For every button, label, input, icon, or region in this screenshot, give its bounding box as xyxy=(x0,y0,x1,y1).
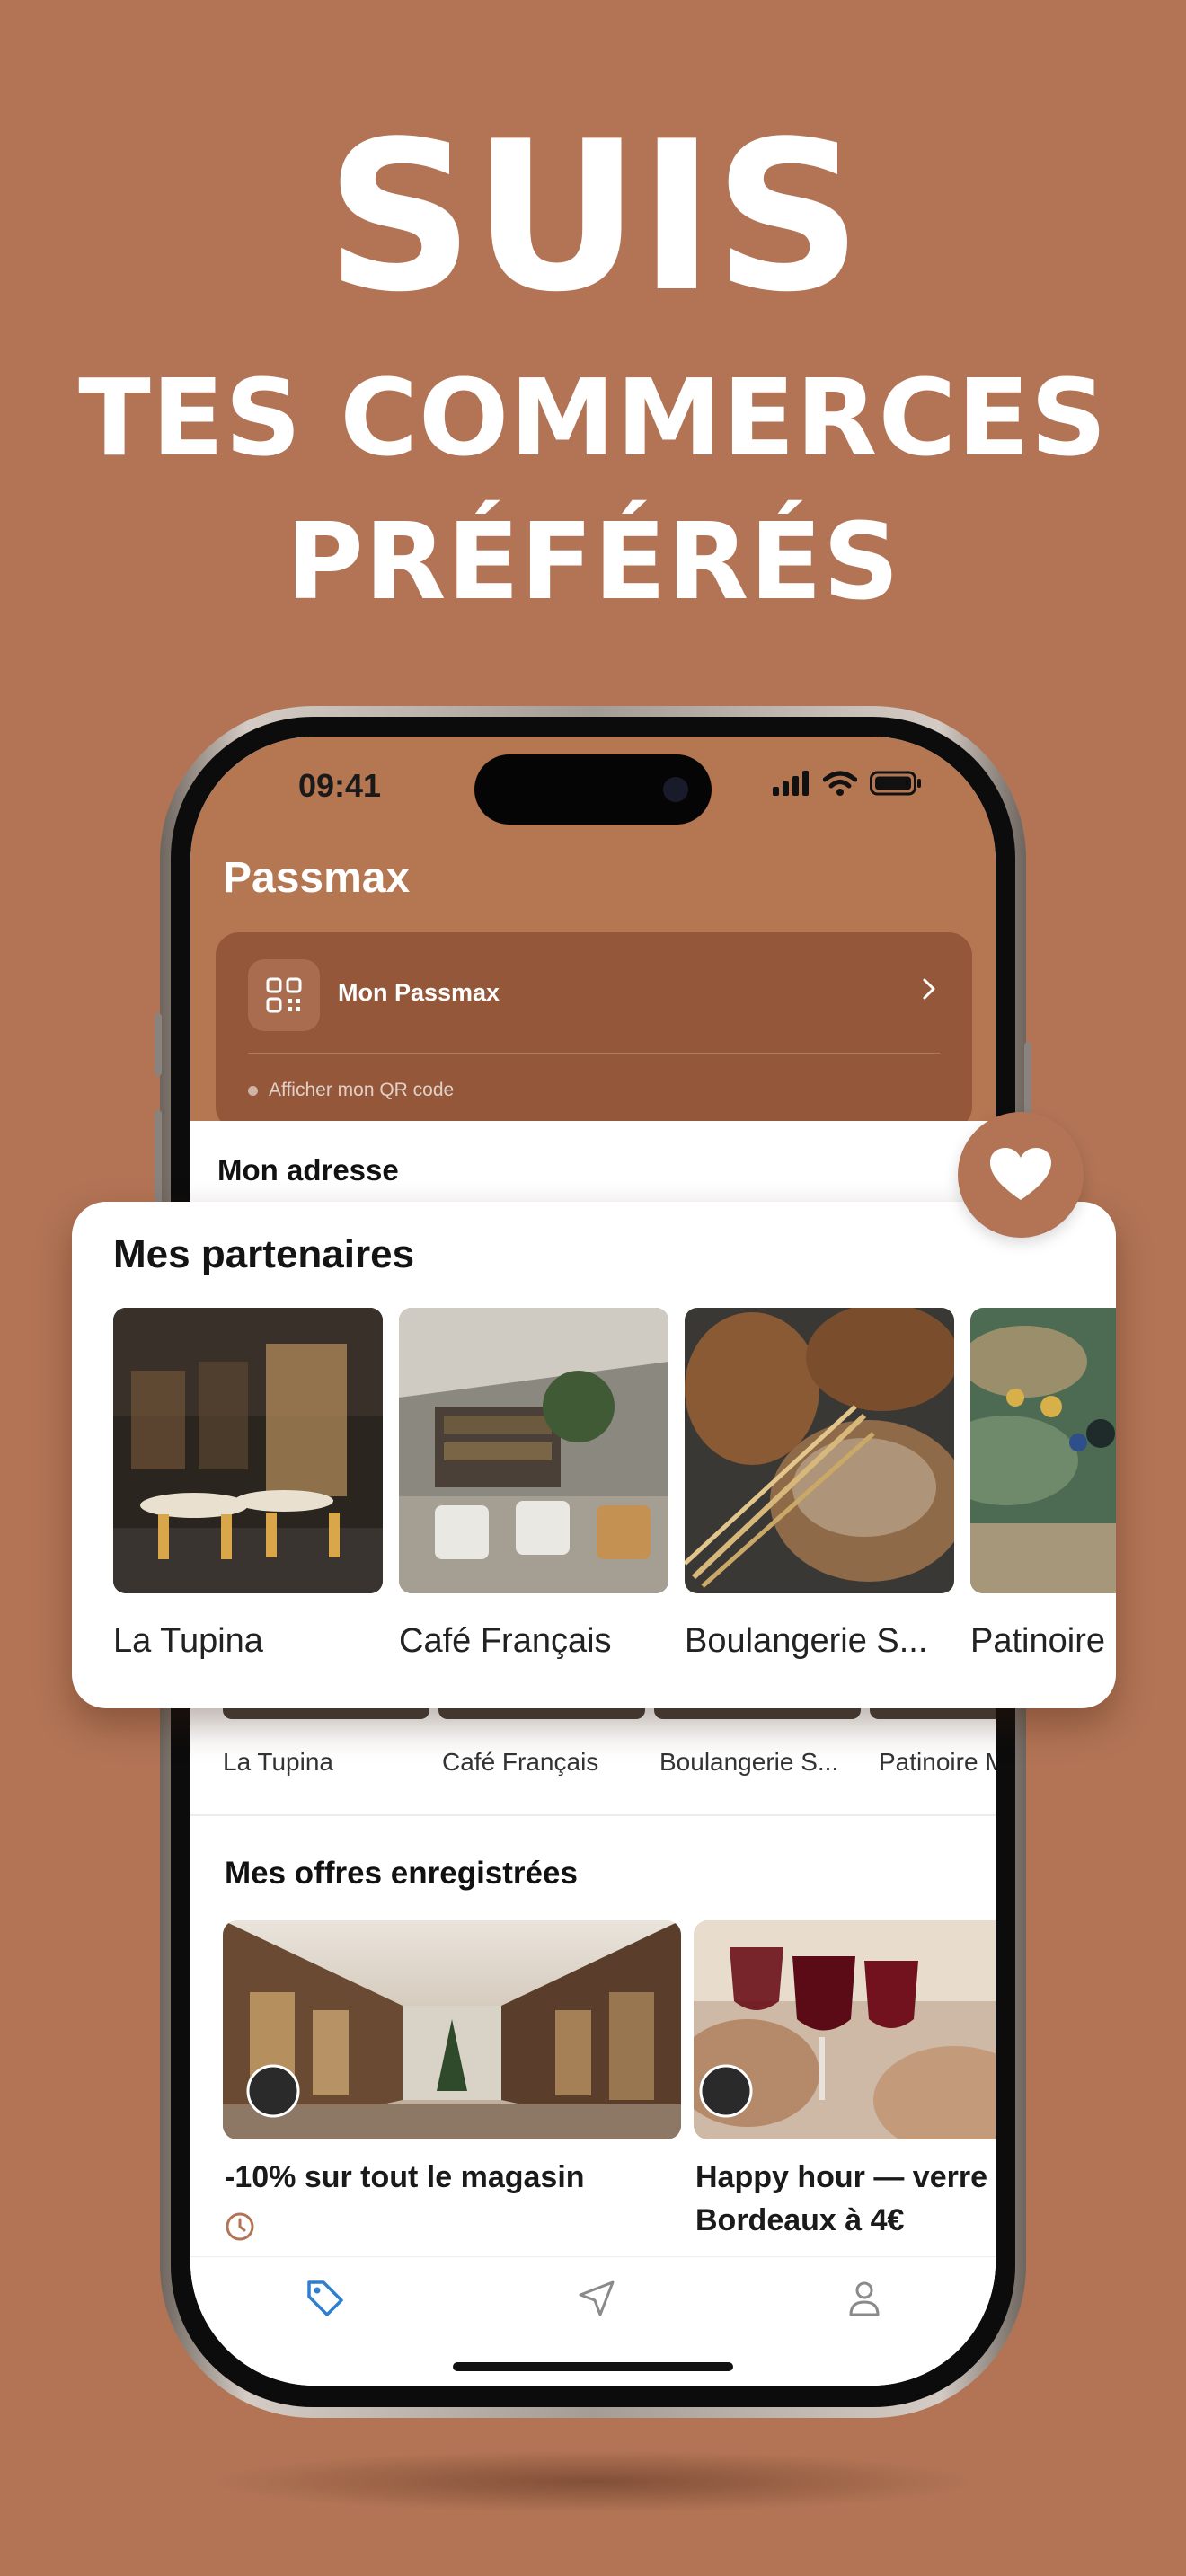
partner-name[interactable]: Patinoire M xyxy=(879,1748,996,1777)
clock-icon xyxy=(226,2212,254,2241)
user-icon[interactable] xyxy=(843,2277,886,2320)
partner-image-cafe[interactable] xyxy=(399,1308,668,1593)
camera-icon xyxy=(663,777,688,802)
partner-thumbnail xyxy=(870,1707,996,1719)
saved-offers-title: Mes offres enregistrées xyxy=(225,1856,578,1891)
partner-thumbnail xyxy=(223,1707,429,1719)
chevron-right-icon xyxy=(923,978,935,1000)
mon-passmax-card[interactable]: Mon Passmax Afficher mon QR code xyxy=(216,932,972,1130)
partner-name[interactable]: La Tupina xyxy=(113,1622,263,1661)
app-title: Passmax xyxy=(223,854,411,902)
partner-name[interactable]: Café Français xyxy=(442,1748,598,1777)
offer-image-shopping-arcade[interactable] xyxy=(223,1920,681,2139)
partner-name[interactable]: Café Français xyxy=(399,1622,612,1661)
phone-shadow xyxy=(207,2450,979,2513)
hero-title-line-2: TES COMMERCES xyxy=(78,356,1108,480)
partner-name[interactable]: Boulangerie S... xyxy=(685,1622,927,1661)
status-time: 09:41 xyxy=(298,767,382,804)
partner-name[interactable]: Boulangerie S... xyxy=(659,1748,838,1777)
status-icons xyxy=(773,771,922,796)
offer-title-line-2[interactable]: Bordeaux à 4€ xyxy=(695,2199,904,2242)
partner-image-bakery[interactable] xyxy=(685,1308,954,1593)
offer-title[interactable]: -10% sur tout le magasin xyxy=(225,2156,585,2199)
offer-title-line-1[interactable]: Happy hour — verre xyxy=(695,2156,987,2199)
partner-thumbnail xyxy=(654,1707,861,1719)
battery-icon xyxy=(870,771,921,796)
bullet-icon xyxy=(248,1085,258,1096)
show-qr-code-link[interactable]: Afficher mon QR code xyxy=(248,1080,454,1101)
partners-card: Mes partenaires La Tupina Café Français … xyxy=(72,1202,1116,1708)
navigation-icon[interactable] xyxy=(575,2277,618,2320)
partner-image-board-game[interactable] xyxy=(970,1308,1116,1593)
heart-icon xyxy=(990,1148,1051,1200)
partner-name[interactable]: Patinoire xyxy=(970,1622,1105,1661)
tag-icon[interactable] xyxy=(304,2277,347,2320)
partners-title: Mes partenaires xyxy=(113,1232,415,1276)
mon-passmax-label: Mon Passmax xyxy=(338,979,500,1006)
phone-side-button xyxy=(155,1013,162,1076)
offer-image-wine-glasses[interactable] xyxy=(694,1920,996,2139)
favorite-button[interactable] xyxy=(958,1112,1084,1238)
section-divider xyxy=(190,1814,996,1816)
hero-title-line-3: PRÉFÉRÉS xyxy=(286,499,900,623)
mon-adresse-label: Mon adresse xyxy=(217,1153,399,1187)
show-qr-code-label: Afficher mon QR code xyxy=(269,1080,455,1100)
partner-image-restaurant[interactable] xyxy=(113,1308,383,1593)
home-indicator xyxy=(453,2362,733,2371)
partner-name[interactable]: La Tupina xyxy=(223,1748,333,1777)
partner-thumbnail xyxy=(438,1707,645,1719)
qr-code-icon xyxy=(248,959,320,1031)
divider xyxy=(248,1053,940,1054)
wifi-icon xyxy=(823,771,857,796)
dynamic-island xyxy=(474,754,712,825)
hero-title-line-1: SUIS xyxy=(325,98,863,338)
signal-icon xyxy=(773,771,809,796)
